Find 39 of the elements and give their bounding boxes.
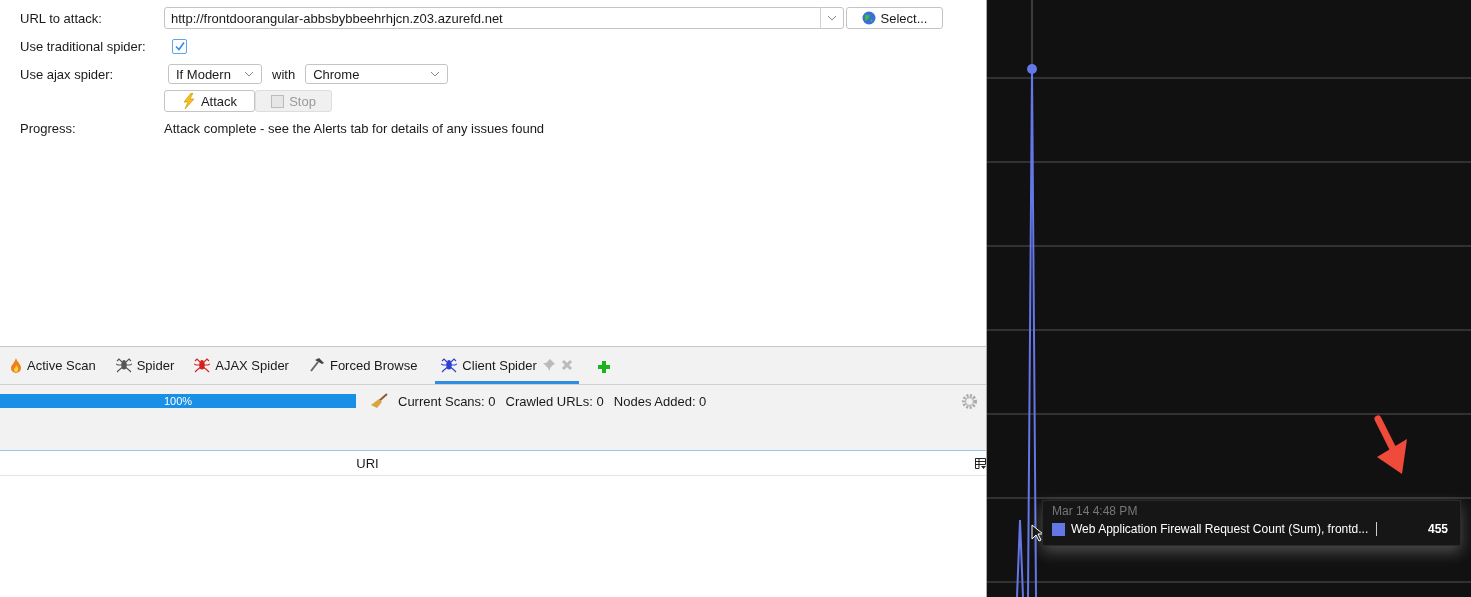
tab[interactable]: Client Spider [435,349,579,384]
status-text: Current Scans: 0 [398,393,496,409]
field-label: Progress: [20,120,77,136]
broom-icon[interactable] [370,393,388,409]
tab[interactable]: Spider [111,349,179,384]
tooltip-time: Mar 14 4:48 PM [1052,504,1139,518]
status-text: Nodes Added: 0 [613,393,707,409]
browser-dropdown[interactable]: Chrome [305,64,449,84]
tab[interactable]: AJAX Spider [190,349,293,384]
spider-icon [115,357,132,373]
progress-message: Attack complete - see the Alerts tab for details of any issues found [164,120,545,136]
caret-icon [244,71,254,77]
series-name: Web Application Firewall Request Count (Sum), frontd... [1071,522,1369,536]
lightning-icon [181,93,196,109]
settings-icon[interactable] [961,392,978,410]
series-value: 455 [1427,522,1448,536]
status-text: Crawled URLs: 0 [505,393,604,409]
mode-dropdown[interactable]: If Modern [168,64,262,84]
globe-icon [861,11,876,25]
add-tab-icon[interactable] [596,359,611,374]
tab[interactable]: Forced Browse [304,349,422,384]
pin-icon[interactable] [541,358,556,372]
spider-icon [441,357,458,373]
spider-icon [194,357,211,373]
column-chooser-icon[interactable] [975,457,986,469]
field-label: URL to attack: [20,10,103,26]
caret-icon [430,71,441,77]
arrow-icon [1373,415,1409,477]
attack-button[interactable]: Attack [164,90,255,112]
field-label: Use traditional spider: [20,38,147,54]
column-header[interactable]: URI [0,455,975,471]
close-icon[interactable] [560,359,573,371]
checkbox[interactable] [172,38,187,54]
select-button[interactable]: Select... [846,7,943,29]
progress-percent: 100% [162,394,194,408]
url-field[interactable]: http://frontdoorangular-abbsbybbeehrhjcn.z03.azurefd.net [164,7,844,29]
field-label: Use ajax spider: [20,66,115,82]
with-label: with [272,66,296,82]
tab[interactable]: Active Scan [6,349,100,384]
